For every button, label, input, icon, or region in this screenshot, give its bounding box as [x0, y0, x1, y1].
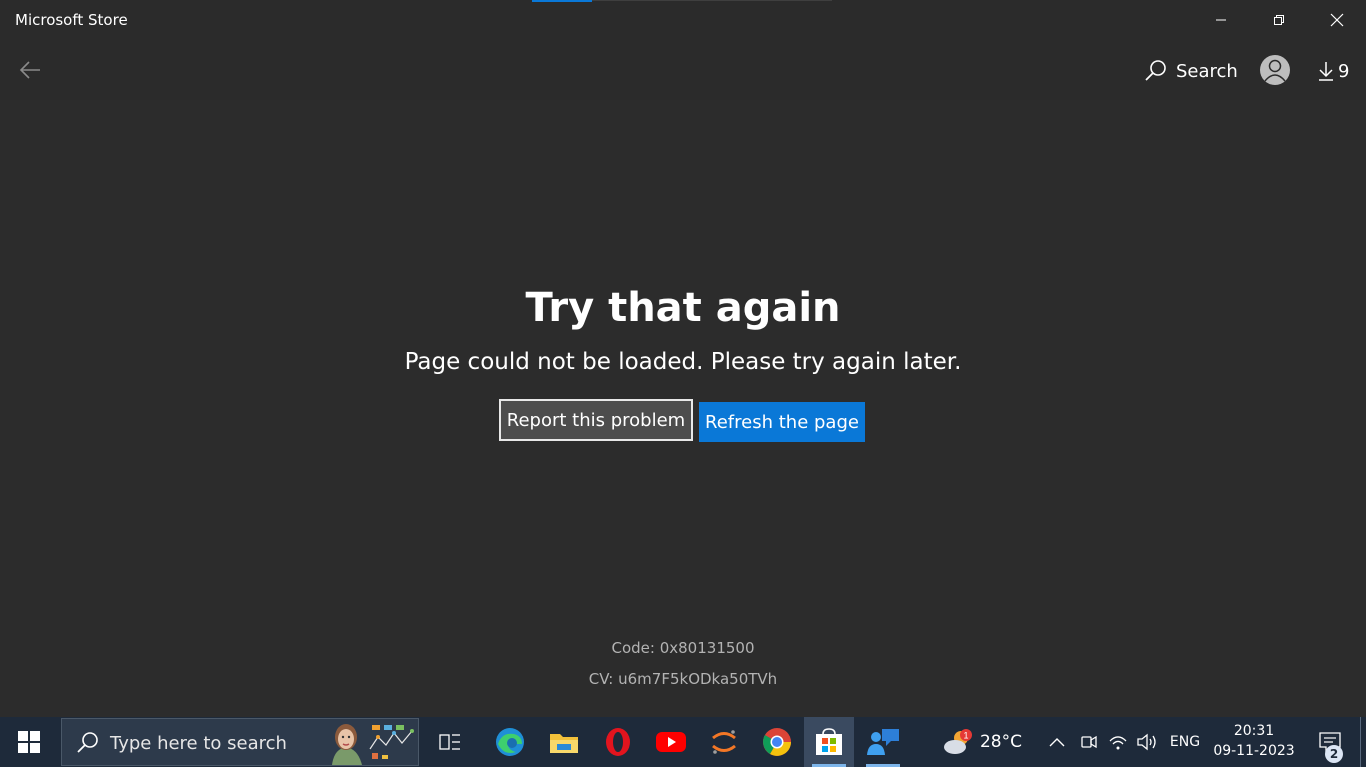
search-button[interactable]: Search	[1140, 54, 1242, 88]
minimize-button[interactable]	[1198, 0, 1244, 40]
clock-time: 20:31	[1233, 723, 1275, 739]
chrome-taskbar-button[interactable]	[752, 717, 802, 767]
clock-button[interactable]: 20:31 09-11-2023	[1212, 721, 1296, 761]
main-content: Try that again Page could not be loaded.…	[0, 100, 1366, 717]
weather-widget[interactable]: 1	[938, 717, 978, 767]
search-highlight-illustration-icon	[332, 724, 414, 765]
close-icon	[1330, 13, 1344, 27]
restore-button[interactable]	[1256, 0, 1302, 40]
chevron-up-icon	[1049, 738, 1065, 747]
task-view-button[interactable]	[425, 717, 475, 767]
title-bar: Microsoft Store	[0, 0, 1366, 40]
weather-temperature[interactable]: 28°C	[978, 717, 1024, 767]
weather-alert-badge: 1	[963, 731, 968, 741]
file-explorer-taskbar-button[interactable]	[539, 717, 589, 767]
restore-icon	[1274, 15, 1284, 25]
show-hidden-icons-button[interactable]	[1045, 717, 1069, 767]
search-placeholder: Type here to search	[110, 733, 287, 754]
jupyter-taskbar-button[interactable]	[699, 717, 749, 767]
start-button[interactable]	[0, 717, 58, 767]
chrome-icon	[763, 728, 791, 756]
loading-indicator	[532, 0, 592, 2]
error-message: Page could not be loaded. Please try aga…	[404, 349, 962, 375]
search-label: Search	[1176, 60, 1238, 82]
back-arrow-icon	[19, 61, 40, 79]
report-problem-button[interactable]: Report this problem	[499, 399, 693, 441]
edge-icon	[496, 728, 524, 756]
windows-logo-icon	[18, 731, 40, 753]
youtube-taskbar-button[interactable]	[646, 717, 696, 767]
window-title: Microsoft Store	[15, 11, 128, 29]
volume-button[interactable]	[1135, 717, 1159, 767]
youtube-icon	[656, 732, 686, 752]
downloads-count: 9	[1338, 60, 1350, 82]
error-title: Try that again	[525, 285, 841, 331]
account-avatar[interactable]	[1260, 55, 1290, 85]
speaker-icon	[1137, 733, 1156, 751]
refresh-page-button[interactable]: Refresh the page	[699, 402, 865, 442]
search-icon	[1145, 60, 1166, 81]
user-icon	[1264, 59, 1286, 82]
opera-icon	[606, 728, 630, 756]
back-button[interactable]	[14, 54, 46, 86]
store-taskbar-button[interactable]	[804, 717, 854, 767]
error-code: Code: 0x80131500	[611, 639, 755, 657]
minimize-icon	[1216, 19, 1226, 21]
meet-now-button[interactable]	[1077, 717, 1101, 767]
taskbar-search-box[interactable]: Type here to search	[61, 718, 419, 766]
jupyter-icon	[712, 730, 736, 754]
feedback-taskbar-button[interactable]	[858, 717, 908, 767]
search-icon	[77, 732, 98, 753]
task-view-icon	[439, 734, 460, 750]
correlation-vector: CV: u6m7F5kODka50TVh	[588, 670, 778, 688]
input-language-button[interactable]: ENG	[1164, 717, 1206, 767]
taskbar: Type here to search 1 28°C ENG 20:31 09-…	[0, 717, 1366, 767]
folder-icon	[550, 734, 578, 753]
loading-track	[592, 0, 832, 1]
network-button[interactable]	[1106, 717, 1130, 767]
opera-taskbar-button[interactable]	[593, 717, 643, 767]
microsoft-store-icon	[816, 728, 842, 755]
edge-taskbar-button[interactable]	[485, 717, 535, 767]
app-header: Search 9	[0, 40, 1366, 100]
weather-cloud-icon: 1	[944, 729, 972, 754]
downloads-button[interactable]: 9	[1318, 58, 1349, 84]
clock-date: 09-11-2023	[1213, 743, 1295, 759]
close-button[interactable]	[1314, 0, 1360, 40]
download-icon	[1319, 62, 1333, 81]
notification-count-badge: 2	[1325, 745, 1343, 763]
wifi-icon	[1109, 736, 1127, 750]
show-desktop-button[interactable]	[1360, 717, 1366, 767]
webcam-icon	[1081, 735, 1097, 749]
feedback-hub-icon	[867, 729, 899, 755]
